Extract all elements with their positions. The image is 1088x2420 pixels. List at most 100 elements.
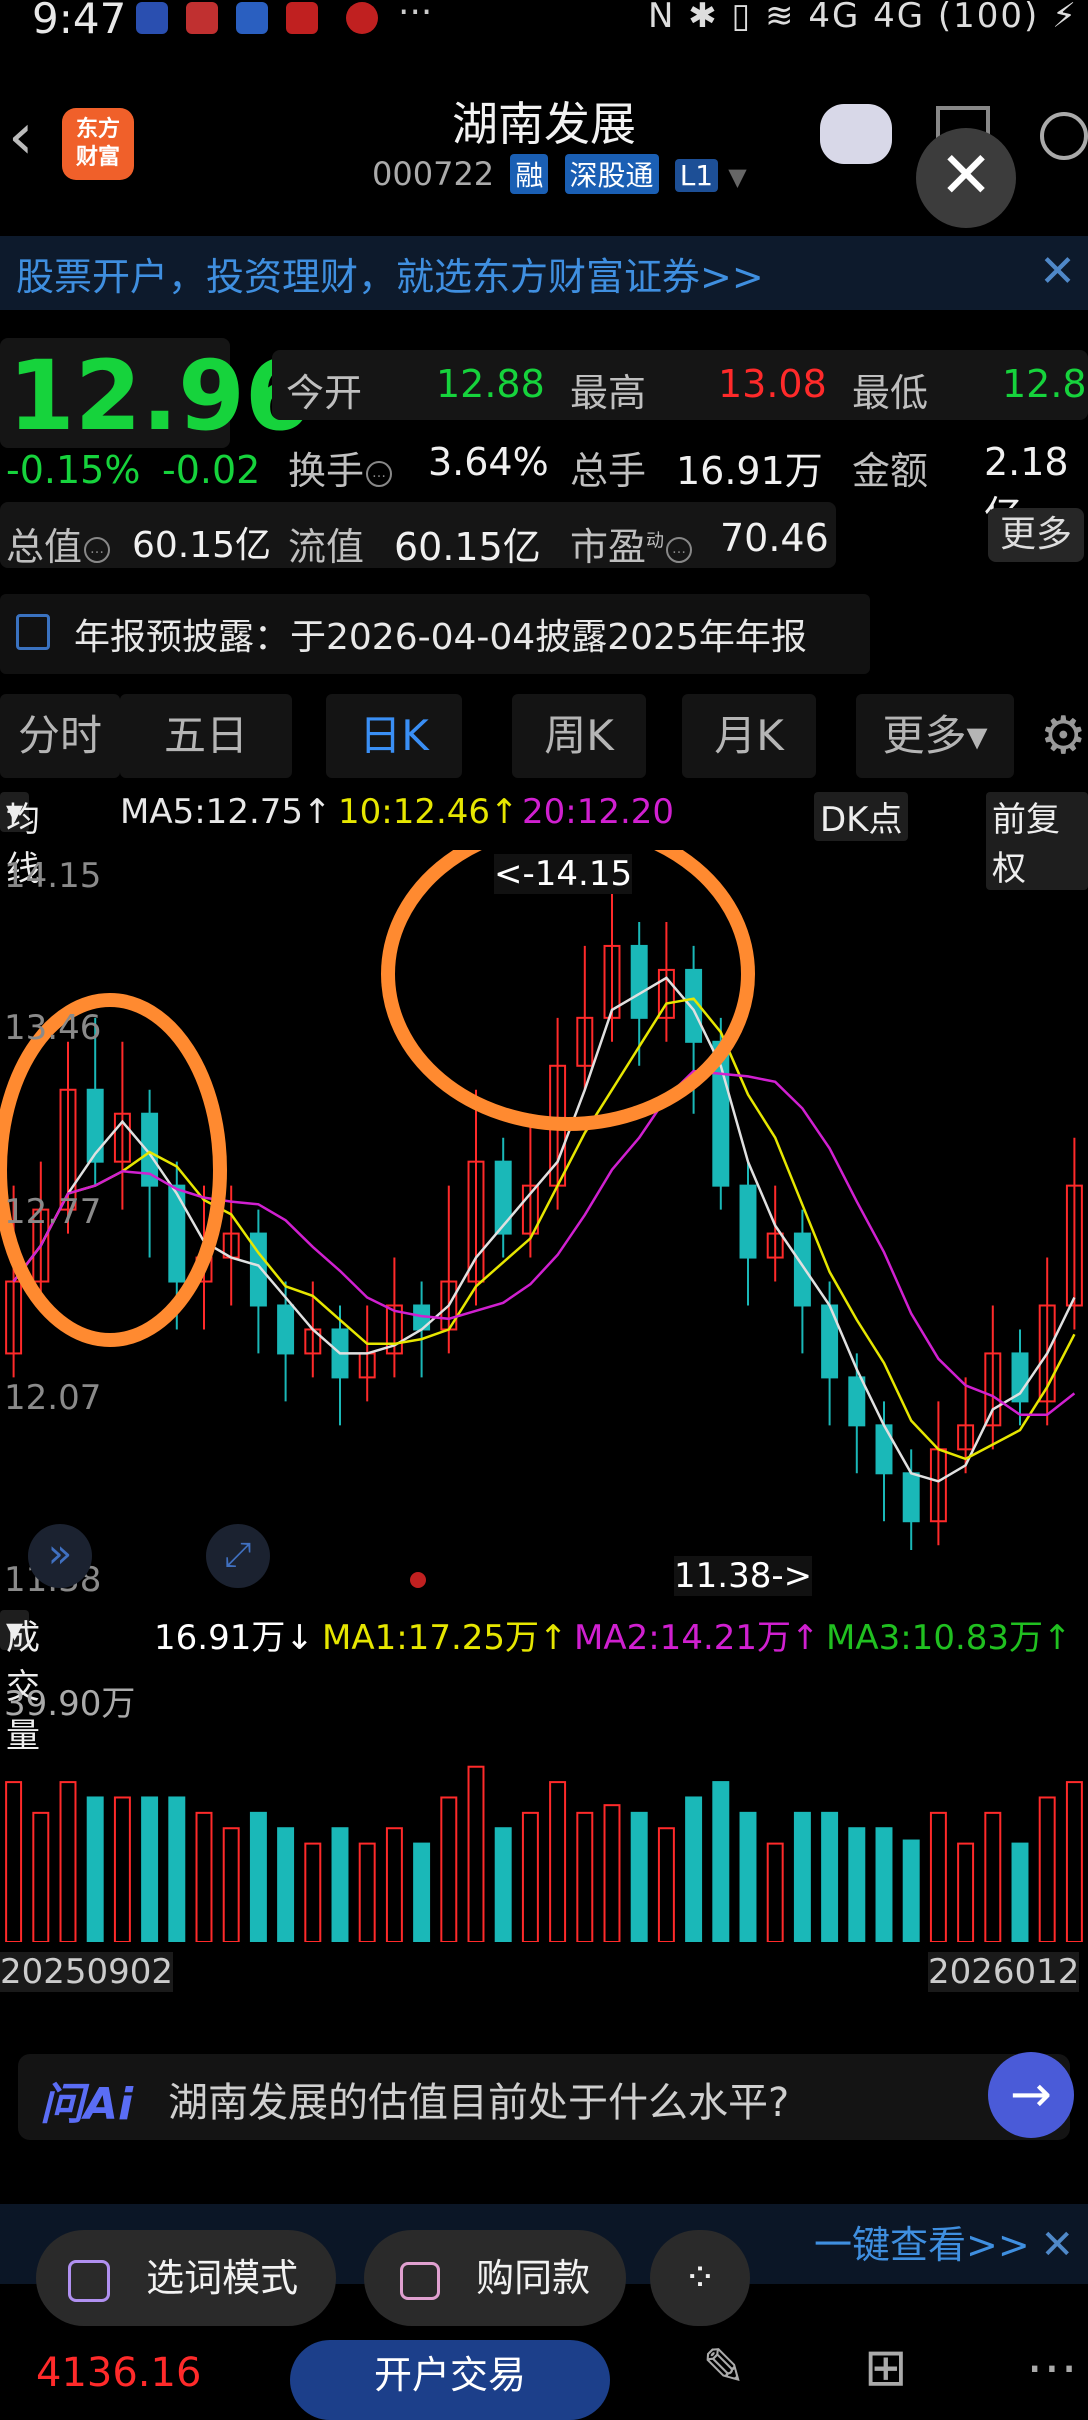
buy-same-button[interactable]: 购同款 <box>364 2230 626 2326</box>
edit-icon[interactable]: ✎ <box>702 2338 746 2398</box>
volume-bar <box>249 1811 267 1942</box>
volume-bar <box>5 1781 23 1942</box>
robot-avatar-icon[interactable] <box>820 104 892 164</box>
date-start: 20250902 <box>0 1952 174 1992</box>
candle-body <box>86 1088 104 1163</box>
candle-body <box>494 1160 512 1235</box>
close-icon[interactable]: ✕ <box>916 128 1016 228</box>
expand-icon[interactable]: ⤢ <box>206 1524 270 1588</box>
ai-question[interactable]: 湖南发展的估值目前处于什么水平? <box>168 2070 789 2128</box>
turnover-value: 3.64% <box>428 440 549 484</box>
annotation-circle <box>0 993 227 1347</box>
arrow-right-icon[interactable]: → <box>988 2052 1074 2138</box>
stock-code-row[interactable]: 000722 融 深股通 L1 ▼ <box>372 154 747 200</box>
ma5-label: MA5:12.75↑ <box>120 792 332 832</box>
info-icon[interactable]: … <box>84 536 111 563</box>
volume-bar <box>630 1811 648 1942</box>
change-value: -0.02 <box>162 448 261 492</box>
volume-bar <box>277 1827 295 1942</box>
volume-bar <box>168 1796 186 1942</box>
vol-ma1: MA1:17.25万↑ <box>322 1618 568 1658</box>
volume-bar <box>793 1811 811 1942</box>
tag-connect: 深股通 <box>564 154 659 194</box>
y-label: 13.46 <box>4 1008 102 1048</box>
y-label-max: 14.15 <box>4 856 102 896</box>
volume-bar <box>494 1827 512 1942</box>
gear-icon[interactable]: ⚙ <box>1040 706 1087 766</box>
tab-five-day[interactable]: 五日 <box>120 694 292 778</box>
volume-bar <box>685 1796 703 1942</box>
index-value[interactable]: 4136.16 <box>36 2350 201 2396</box>
info-icon[interactable]: … <box>366 460 393 487</box>
scroll-left-icon[interactable]: » <box>28 1524 92 1588</box>
ma10-label: 10:12.46↑ <box>338 792 519 832</box>
tag-margin: 融 <box>510 154 549 194</box>
banner-close-icon[interactable]: ✕ <box>1039 246 1076 297</box>
more-icon[interactable]: ⋯ <box>1026 2338 1078 2398</box>
date-end: 2026012 <box>928 1952 1080 1992</box>
sub-banner-close-icon[interactable]: ✕ <box>1040 2222 1074 2268</box>
pe-label: 市盈动… <box>570 516 693 571</box>
amount-label: 金额 <box>852 449 929 493</box>
volume-bar <box>875 1827 893 1942</box>
volume-bar <box>739 1811 757 1942</box>
grid-menu-button[interactable]: ⁘ <box>650 2230 750 2326</box>
status-icons: N ✱ ▯ ≋ 4G 4G (100) ⚡ <box>647 0 1078 36</box>
tab-intraday[interactable]: 分时 <box>0 694 120 778</box>
volume-bar <box>957 1842 975 1942</box>
volume-bar <box>304 1842 322 1942</box>
volume-chart[interactable] <box>0 1666 1088 1942</box>
volume-bar <box>1011 1842 1029 1942</box>
volume-bar <box>848 1827 866 1942</box>
promo-banner-text[interactable]: 股票开户，投资理财，就选东方财富证券>> <box>16 246 764 301</box>
volume-max-label: 39.90万 <box>4 1684 136 1724</box>
tab-more[interactable]: 更多▾ <box>856 694 1014 778</box>
vol-ma3: MA3:10.83万↑ <box>826 1618 1072 1658</box>
dk-point-button[interactable]: DK点 <box>814 792 909 841</box>
high-value: 13.08 <box>718 362 827 406</box>
volume-label: 总手 <box>570 449 647 493</box>
volume-value: 16.91万 <box>676 449 823 493</box>
y-label: 12.07 <box>4 1378 102 1418</box>
volume-bar <box>331 1827 349 1942</box>
volume-bar <box>1065 1781 1083 1942</box>
info-icon[interactable]: … <box>666 536 693 563</box>
tab-daily-k[interactable]: 日K <box>326 694 462 778</box>
volume-bar <box>440 1796 458 1942</box>
tab-monthly-k[interactable]: 月K <box>682 694 816 778</box>
stock-title: 湖南发展 <box>452 97 636 151</box>
chevron-down-icon: ▼ <box>728 163 747 191</box>
float-value: 60.15亿 <box>394 525 541 569</box>
float-label: 流值 <box>288 525 365 569</box>
kline-chart[interactable] <box>0 850 1088 1590</box>
open-value: 12.88 <box>436 362 545 406</box>
volume-indicator-select[interactable]: 成交量 ▾ <box>0 1610 40 1756</box>
volume-bar <box>358 1842 376 1942</box>
y-label: 12.77 <box>4 1192 102 1232</box>
volume-bar <box>766 1842 784 1942</box>
candle-body <box>793 1232 811 1307</box>
volume-bar <box>712 1781 730 1942</box>
indicator-select[interactable]: 均线 ▾ <box>0 792 40 889</box>
document-icon <box>16 614 50 650</box>
high-marker: <-14.15 <box>494 854 633 894</box>
notice-text[interactable]: 年报预披露：于2026-04-04披露2025年年报 <box>74 608 807 660</box>
select-mode-button[interactable]: 选词模式 <box>36 2230 336 2326</box>
volume-bar <box>385 1827 403 1942</box>
mktcap-label: 总值… <box>6 516 111 571</box>
trade-button[interactable]: 开户交易 <box>290 2340 610 2420</box>
low-value: 12.8 <box>1002 362 1087 406</box>
candle-body <box>168 1184 186 1283</box>
candle-body <box>902 1472 920 1523</box>
ma-legend: 均线 ▾ MA5:12.75↑ 10:12.46↑ 20:12.20 DK点 前… <box>0 792 1088 890</box>
low-marker: 11.38-> <box>674 1556 813 1596</box>
volume-bar <box>929 1811 947 1942</box>
scan-text-icon <box>68 2259 110 2302</box>
more-quote-button[interactable]: 更多 <box>988 508 1084 562</box>
apps-grid-icon[interactable]: ⊞ <box>864 2338 908 2398</box>
low-label: 最低 <box>852 371 929 415</box>
tab-weekly-k[interactable]: 周K <box>512 694 646 778</box>
search-icon[interactable] <box>1040 112 1088 160</box>
candle-body <box>277 1304 295 1355</box>
sub-banner-text[interactable]: 一键查看>> <box>814 2214 1030 2269</box>
